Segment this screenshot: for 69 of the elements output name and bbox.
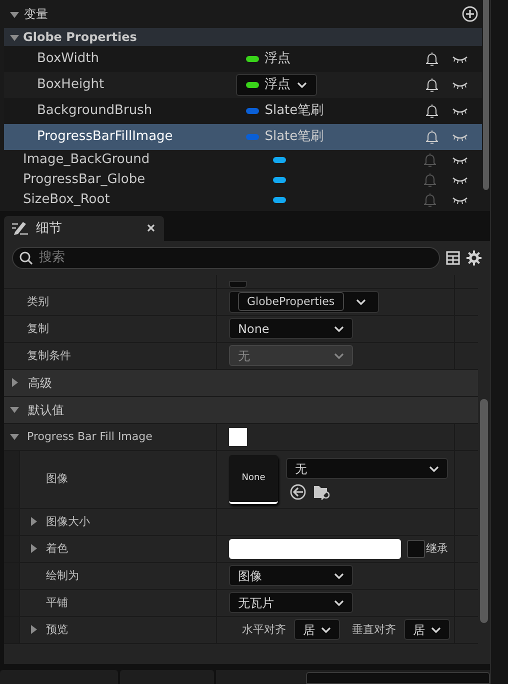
- expand-arrow-icon[interactable]: [29, 625, 38, 634]
- dropdown[interactable]: 无瓦片: [229, 592, 353, 614]
- type-dropdown[interactable]: 浮点: [236, 74, 317, 96]
- collapse-arrow-icon[interactable]: [10, 10, 19, 18]
- search-icon: [19, 250, 33, 265]
- image-thumbnail[interactable]: None: [229, 454, 278, 504]
- property-label: 预览: [46, 622, 68, 638]
- field-label: 垂直对齐: [352, 622, 396, 638]
- category-header[interactable]: Globe Properties: [4, 28, 482, 46]
- checkbox-label: 继承: [426, 540, 448, 557]
- search-field[interactable]: 搜索: [12, 246, 440, 269]
- close-icon[interactable]: [146, 223, 156, 234]
- dropdown[interactable]: 图像: [229, 565, 353, 586]
- combo-box[interactable]: GlobeProperties: [229, 290, 379, 313]
- section-title: 默认值: [28, 402, 64, 419]
- dropdown[interactable]: None: [229, 318, 353, 340]
- dropdown[interactable]: 居: [404, 619, 450, 640]
- collapse-arrow-icon[interactable]: [10, 432, 19, 442]
- console-field[interactable]: [306, 672, 490, 684]
- property-label: 着色: [46, 540, 68, 557]
- property-label: 类别: [27, 294, 49, 310]
- scrollbar[interactable]: [483, 0, 489, 190]
- widget-row[interactable]: ProgressBar_Globe: [4, 170, 482, 190]
- tab-title: 细节: [36, 220, 63, 238]
- details-tab[interactable]: 细节: [4, 216, 164, 241]
- settings-icon[interactable]: [466, 250, 482, 266]
- property-label: 图像: [46, 471, 68, 488]
- table-icon[interactable]: [446, 250, 460, 265]
- variable-type: Slate笔刷: [264, 102, 324, 120]
- closed-eye-icon[interactable]: [452, 54, 468, 64]
- closed-eye-icon[interactable]: [452, 195, 468, 205]
- closed-eye-icon[interactable]: [452, 155, 468, 165]
- use-selected-icon[interactable]: [290, 484, 306, 500]
- widget-row[interactable]: Image_BackGround: [4, 150, 482, 170]
- checkbox[interactable]: [407, 540, 425, 558]
- closed-eye-icon[interactable]: [452, 106, 468, 116]
- browse-folder-icon[interactable]: [314, 484, 331, 500]
- expand-arrow-icon[interactable]: [29, 544, 38, 554]
- property-label: 图像大小: [46, 514, 90, 530]
- section-title: 高级: [28, 374, 52, 392]
- closed-eye-icon[interactable]: [452, 132, 468, 142]
- collapse-arrow-icon[interactable]: [10, 32, 19, 42]
- color-field[interactable]: [229, 538, 401, 559]
- dropdown[interactable]: 无: [286, 458, 448, 480]
- section-title: 变量: [24, 6, 48, 23]
- dropdown[interactable]: 居: [294, 619, 340, 640]
- property-label: 复制条件: [27, 348, 71, 364]
- category-chip: GlobeProperties: [238, 292, 344, 312]
- property-label: 绘制为: [46, 568, 79, 584]
- property-label: Progress Bar Fill Image: [27, 428, 152, 445]
- scrollbar[interactable]: [480, 398, 488, 623]
- collapse-arrow-icon[interactable]: [10, 405, 19, 414]
- field-label: 水平对齐: [242, 622, 286, 638]
- add-icon[interactable]: [462, 6, 478, 22]
- variable-row[interactable]: ProgressBarFillImage Slate笔刷: [4, 124, 482, 150]
- closed-eye-icon[interactable]: [452, 80, 468, 90]
- color-swatch[interactable]: [229, 428, 247, 446]
- value-swatch[interactable]: [229, 280, 247, 288]
- property-label: 复制: [27, 320, 49, 337]
- closed-eye-icon[interactable]: [452, 175, 468, 185]
- expand-arrow-icon[interactable]: [10, 378, 19, 388]
- property-label: 平铺: [46, 594, 68, 611]
- variable-type: Slate笔刷: [264, 128, 324, 146]
- category-title: Globe Properties: [23, 29, 137, 46]
- variable-row[interactable]: BoxHeight 浮点: [4, 72, 482, 98]
- expand-arrow-icon[interactable]: [29, 517, 38, 526]
- edit-icon[interactable]: [12, 221, 28, 236]
- widget-row[interactable]: SizeBox_Root: [4, 190, 482, 210]
- variable-type: 浮点: [264, 50, 291, 68]
